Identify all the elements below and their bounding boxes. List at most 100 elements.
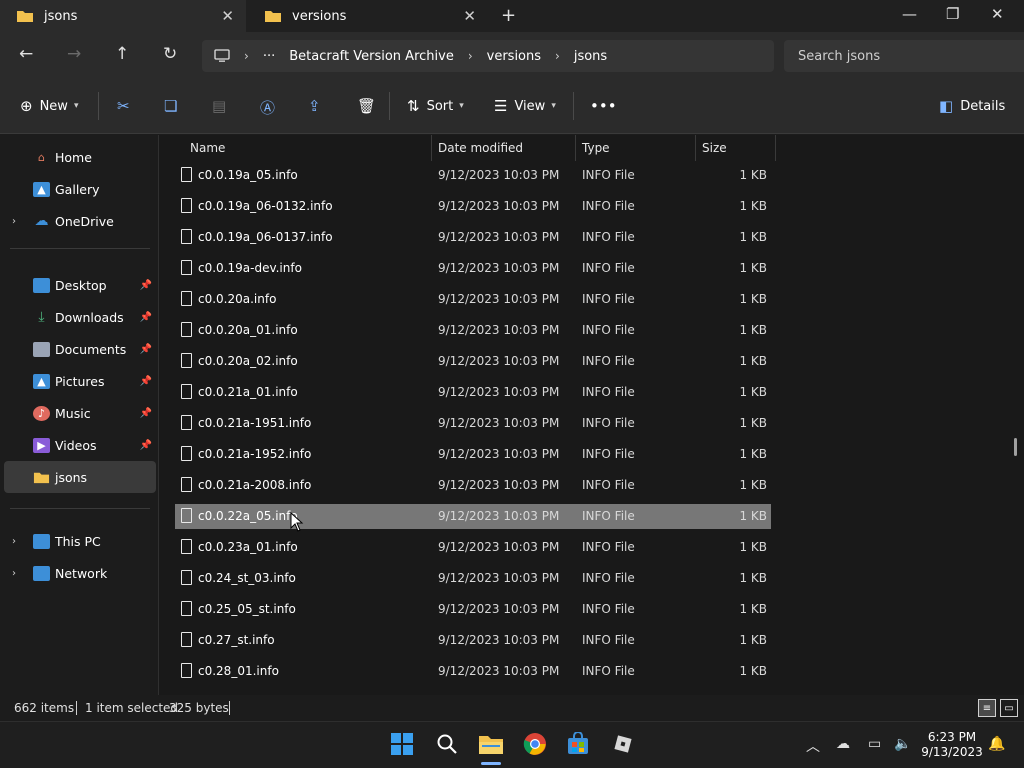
clock[interactable]: 6:23 PM 9/13/2023 xyxy=(920,730,984,760)
maximize-button[interactable]: ❐ xyxy=(946,5,959,23)
column-separator[interactable] xyxy=(431,135,432,161)
table-row[interactable]: c0.0.20a.info 9/12/2023 10:03 PM INFO File… xyxy=(175,287,771,312)
details-view-button[interactable]: ≡ xyxy=(978,699,996,717)
close-icon[interactable]: ✕ xyxy=(463,7,476,25)
table-row[interactable]: c0.0.21a-1951.info 9/12/2023 10:03 PM INFO… xyxy=(175,411,771,436)
paste-button[interactable]: ▤ xyxy=(212,97,233,115)
table-row[interactable]: c0.27_st.info 9/12/2023 10:03 PM INFO File… xyxy=(175,628,771,653)
table-row[interactable]: c0.28_01.info 9/12/2023 10:03 PM INFO File… xyxy=(175,659,771,684)
search-input[interactable]: Search jsons xyxy=(784,40,1024,72)
table-row[interactable]: c0.0.21a_01.info 9/12/2023 10:03 PM INFO F… xyxy=(175,380,771,405)
scrollbar-thumb[interactable] xyxy=(1014,438,1017,456)
tiles-view-button[interactable]: ▭ xyxy=(1000,699,1018,717)
pin-icon[interactable]: 📌 xyxy=(140,344,152,355)
sidebar-item-downloads[interactable]: ⤓ Downloads 📌 xyxy=(0,301,156,333)
table-row[interactable]: c0.0.19a_06-0137.info 9/12/2023 10:03 PM I… xyxy=(175,225,771,250)
close-icon[interactable]: ✕ xyxy=(221,7,234,25)
table-row[interactable]: c0.0.21a-1952.info 9/12/2023 10:03 PM INFO… xyxy=(175,442,771,467)
sidebar-item-jsons[interactable]: jsons xyxy=(4,461,156,493)
file-explorer-taskbar-button[interactable] xyxy=(478,731,504,757)
cut-button[interactable]: ✂ xyxy=(117,97,137,115)
details-button[interactable]: ◧ Details xyxy=(939,97,1005,115)
sidebar-item-home[interactable]: ⌂ Home xyxy=(0,141,156,173)
sidebar-item-gallery[interactable]: ▲ Gallery xyxy=(0,173,156,205)
gallery-icon: ▲ xyxy=(33,181,50,197)
rename-button[interactable]: Ⓐ xyxy=(260,97,282,118)
copy-button[interactable]: ❏ xyxy=(164,97,184,115)
table-row[interactable]: c0.0.19a_05.info 9/12/2023 10:03 PM INFO F… xyxy=(175,163,771,188)
more-crumbs-icon[interactable]: ··· xyxy=(263,49,275,64)
view-button[interactable]: ☰ View ▾ xyxy=(494,97,556,115)
pin-icon[interactable]: 📌 xyxy=(140,312,152,323)
minimize-button[interactable]: — xyxy=(902,5,917,23)
sidebar-item-pictures[interactable]: ▲ Pictures 📌 xyxy=(0,365,156,397)
breadcrumb-jsons[interactable]: jsons xyxy=(574,49,607,64)
table-row[interactable]: c0.0.20a_01.info 9/12/2023 10:03 PM INFO F… xyxy=(175,318,771,343)
table-row[interactable]: c0.0.21a-2008.info 9/12/2023 10:03 PM INFO… xyxy=(175,473,771,498)
file-size: 1 KB xyxy=(739,385,767,399)
table-row[interactable]: c0.0.19a-dev.info 9/12/2023 10:03 PM INFO … xyxy=(175,256,771,281)
new-button[interactable]: ⊕ New ▾ xyxy=(20,97,78,115)
sidebar-item-onedrive[interactable]: › ☁ OneDrive xyxy=(0,205,156,237)
cloud-sync-icon[interactable]: ☁ xyxy=(836,736,850,752)
sidebar-item-videos[interactable]: ▶ Videos 📌 xyxy=(0,429,156,461)
file-type: INFO File xyxy=(582,478,635,492)
volume-muted-icon[interactable]: 🔈 xyxy=(894,736,911,752)
roblox-taskbar-button[interactable] xyxy=(610,731,636,757)
list-view-icon: ≡ xyxy=(982,702,992,714)
column-separator[interactable] xyxy=(575,135,576,161)
back-button[interactable]: ← xyxy=(19,44,33,64)
more-options-button[interactable]: ••• xyxy=(590,97,624,115)
command-divider xyxy=(98,92,99,120)
table-row[interactable]: c0.0.20a_02.info 9/12/2023 10:03 PM INFO F… xyxy=(175,349,771,374)
new-tab-button[interactable]: + xyxy=(501,5,516,26)
chrome-taskbar-button[interactable] xyxy=(522,731,548,757)
chevron-up-icon[interactable]: ︿ xyxy=(806,736,820,756)
pin-icon[interactable]: 📌 xyxy=(140,280,152,291)
tab-label: jsons xyxy=(44,8,78,24)
sidebar-item-network[interactable]: › Network xyxy=(0,557,156,589)
refresh-button[interactable]: ↻ xyxy=(163,44,177,64)
table-row[interactable]: c0.0.22a_05.info 9/12/2023 10:03 PM INFO F… xyxy=(175,504,771,529)
column-separator[interactable] xyxy=(775,135,776,161)
column-size[interactable]: Size xyxy=(702,141,727,155)
pin-icon[interactable]: 📌 xyxy=(140,376,152,387)
sidebar-item-documents[interactable]: Documents 📌 xyxy=(0,333,156,365)
tab-versions[interactable]: versions ✕ xyxy=(248,0,488,32)
sidebar-item-desktop[interactable]: Desktop 📌 xyxy=(0,269,156,301)
table-row[interactable]: c0.25_05_st.info 9/12/2023 10:03 PM INFO F… xyxy=(175,597,771,622)
sort-icon: ⇅ xyxy=(407,97,420,115)
column-name[interactable]: Name xyxy=(190,141,225,155)
tab-jsons[interactable]: jsons ✕ xyxy=(0,0,246,32)
close-window-button[interactable]: ✕ xyxy=(991,5,1004,23)
share-button[interactable]: ⇪ xyxy=(308,97,328,115)
chevron-right-icon[interactable]: › xyxy=(12,568,16,579)
sidebar-item-this-pc[interactable]: › This PC xyxy=(0,525,156,557)
breadcrumb-versions[interactable]: versions xyxy=(487,49,541,64)
pin-icon[interactable]: 📌 xyxy=(140,408,152,419)
pin-icon[interactable]: 📌 xyxy=(140,440,152,451)
sidebar-item-music[interactable]: ♪ Music 📌 xyxy=(0,397,156,429)
store-taskbar-button[interactable] xyxy=(565,731,591,757)
notification-bell-icon[interactable]: 🔔 xyxy=(988,736,1005,752)
column-type[interactable]: Type xyxy=(582,141,610,155)
delete-button[interactable]: 🗑 xyxy=(357,97,383,115)
start-button[interactable] xyxy=(389,731,415,757)
chevron-down-icon: ▾ xyxy=(459,101,464,111)
sort-button[interactable]: ⇅ Sort ▾ xyxy=(407,97,464,115)
breadcrumb-archive[interactable]: Betacraft Version Archive xyxy=(289,49,454,64)
column-separator[interactable] xyxy=(695,135,696,161)
music-icon: ♪ xyxy=(33,405,50,421)
chevron-right-icon[interactable]: › xyxy=(12,536,16,547)
up-button[interactable]: ↑ xyxy=(115,44,129,64)
address-bar[interactable]: › ··· Betacraft Version Archive › versio… xyxy=(202,40,774,72)
column-date[interactable]: Date modified xyxy=(438,141,523,155)
chevron-right-icon[interactable]: › xyxy=(12,216,16,227)
table-row[interactable]: c0.24_st_03.info 9/12/2023 10:03 PM INFO F… xyxy=(175,566,771,591)
display-icon[interactable]: ▭ xyxy=(868,736,881,752)
download-icon: ⤓ xyxy=(38,309,45,325)
forward-button[interactable]: → xyxy=(67,44,81,64)
search-taskbar-button[interactable] xyxy=(434,731,460,757)
table-row[interactable]: c0.0.23a_01.info 9/12/2023 10:03 PM INFO F… xyxy=(175,535,771,560)
table-row[interactable]: c0.0.19a_06-0132.info 9/12/2023 10:03 PM I… xyxy=(175,194,771,219)
